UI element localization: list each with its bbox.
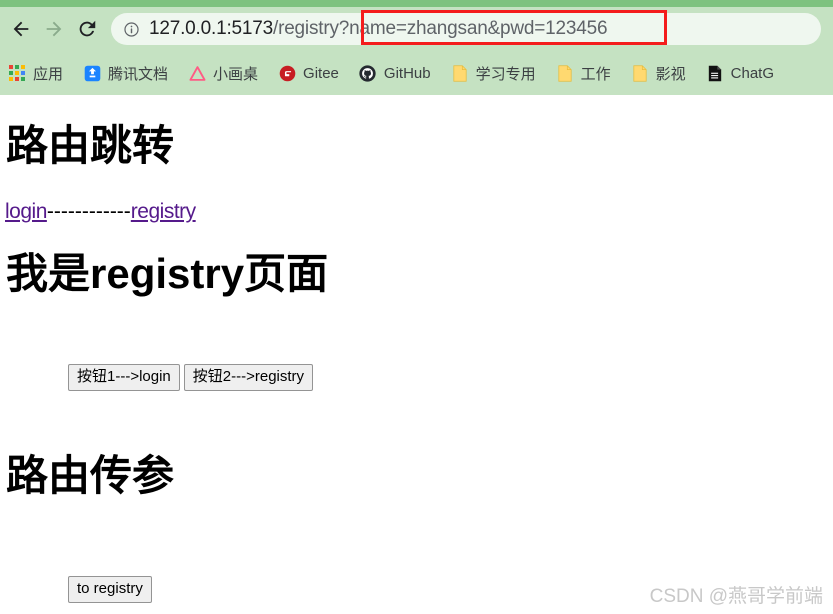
gitee-icon [278, 64, 296, 82]
heading-current-page: 我是registry页面 [6, 250, 329, 297]
link-registry[interactable]: registry [131, 200, 196, 223]
bookmark-folder-study[interactable]: 学习专用 [451, 63, 536, 84]
browser-toolbar: 127.0.0.1:5173/registry ?name=zhangsan&pw… [0, 7, 833, 51]
reload-icon [79, 20, 96, 37]
forward-arrow-icon [46, 21, 62, 37]
forward-button[interactable] [39, 14, 69, 44]
folder-icon [556, 64, 574, 82]
browser-window: 127.0.0.1:5173/registry ?name=zhangsan&pw… [0, 0, 833, 614]
bookmark-gitee[interactable]: Gitee [278, 64, 339, 82]
link-login[interactable]: login [5, 200, 47, 223]
back-arrow-icon [13, 21, 29, 37]
bookmark-apps[interactable]: 应用 [8, 63, 63, 84]
info-circle-icon[interactable] [121, 19, 141, 39]
bookmark-xiaohuazhuo[interactable]: 小画桌 [188, 63, 258, 84]
address-bar[interactable]: 127.0.0.1:5173/registry ?name=zhangsan&pw… [111, 13, 821, 45]
bookmark-label: 腾讯文档 [108, 65, 169, 83]
bookmark-label: Gitee [303, 64, 339, 82]
heading-routing: 路由跳转 [6, 122, 175, 169]
bookmark-label: 学习专用 [475, 65, 536, 83]
bookmark-label: ChatG [730, 64, 774, 82]
url-text: 127.0.0.1:5173/registry ?name=zhangsan&pw… [149, 18, 608, 40]
heading-route-params: 路由传参 [6, 452, 175, 499]
page-viewport: 路由跳转 login------------registry 我是registr… [0, 95, 833, 614]
link-separator: ------------ [46, 200, 131, 223]
bookmark-label: 工作 [580, 65, 611, 83]
route-link-row: login------------registry [5, 200, 196, 224]
xiaohuazhuo-triangle-icon [188, 64, 206, 82]
bookmark-tencent-docs[interactable]: 腾讯文档 [83, 63, 168, 84]
folder-icon [631, 64, 649, 82]
back-button[interactable] [6, 14, 36, 44]
button-goto-login[interactable]: 按钮1--->login [68, 364, 180, 391]
params-button-row: to registry [68, 576, 152, 603]
url-host: 127.0.0.1:5173 [149, 18, 273, 39]
bookmark-chatgpt[interactable]: ChatG [706, 64, 774, 82]
url-query: ?name=zhangsan&pwd=123456 [338, 18, 608, 39]
bookmark-github[interactable]: GitHub [359, 64, 431, 82]
bookmark-label: 影视 [655, 65, 686, 83]
document-icon [706, 64, 724, 82]
csdn-watermark: CSDN @燕哥学前端 [649, 586, 823, 607]
tab-strip [0, 0, 833, 7]
url-path: /registry [272, 18, 339, 39]
tencent-docs-icon [83, 64, 101, 82]
reload-button[interactable] [72, 14, 102, 44]
apps-grid-icon [8, 64, 26, 82]
navigation-button-row: 按钮1--->login 按钮2--->registry [68, 364, 314, 391]
bookmark-folder-work[interactable]: 工作 [556, 63, 611, 84]
folder-icon [451, 64, 469, 82]
button-goto-registry[interactable]: 按钮2--->registry [183, 364, 314, 391]
github-icon [359, 64, 377, 82]
button-to-registry-with-params[interactable]: to registry [68, 576, 152, 603]
bookmark-label: GitHub [383, 64, 431, 82]
bookmark-folder-media[interactable]: 影视 [631, 63, 686, 84]
bookmark-label: 小画桌 [213, 65, 259, 83]
bookmarks-bar: 应用 腾讯文档 小画桌 Gitee GitHub 学习专用 工作 影视 Chat… [0, 51, 833, 95]
bookmark-label: 应用 [33, 65, 64, 83]
